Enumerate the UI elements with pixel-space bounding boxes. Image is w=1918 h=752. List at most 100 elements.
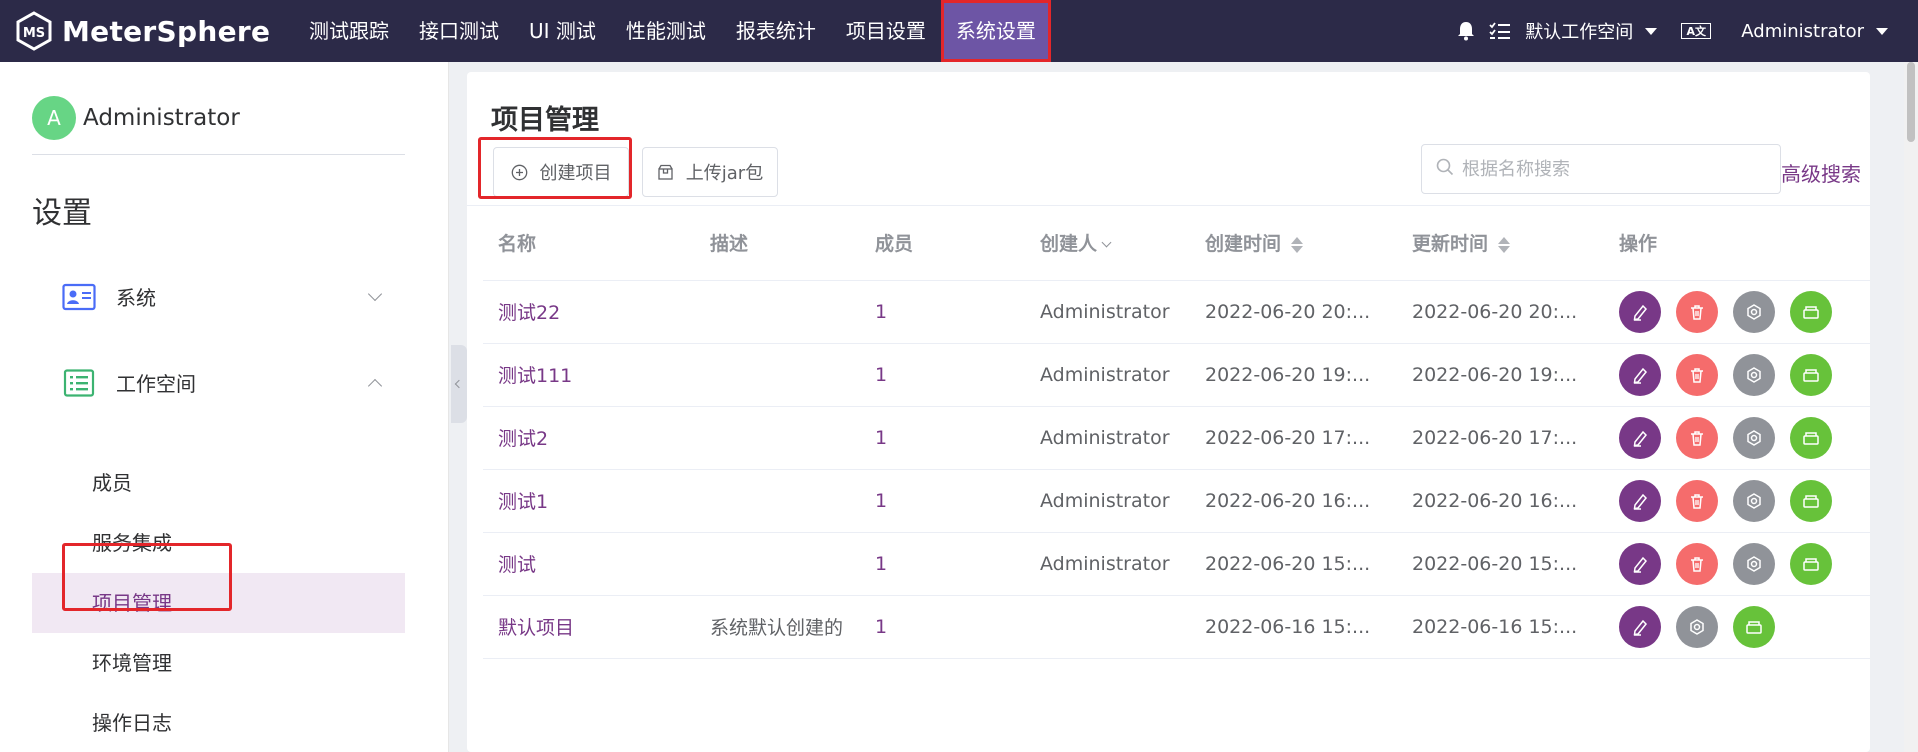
delete-icon[interactable] [1676,290,1718,333]
scrollbar-thumb[interactable] [1907,62,1915,142]
environment-icon[interactable] [1790,479,1832,522]
sidebar-collapse-handle[interactable] [451,345,467,423]
language-switch-icon[interactable]: A文 [1681,23,1712,39]
page-title: 项目管理 [491,105,599,136]
delete-icon[interactable] [1676,416,1718,459]
environment-icon[interactable] [1790,290,1832,333]
edit-icon[interactable] [1619,542,1661,585]
sidebar-item-project-management[interactable]: 项目管理 [32,573,405,633]
table-row: 测试2 1 Administrator 2022-06-20 17:... 2022-0… [483,406,1870,470]
settings-icon[interactable] [1733,479,1775,522]
column-header-creator[interactable]: 创建人 [1025,206,1190,281]
project-name-cell[interactable]: 测试111 [483,343,695,407]
edit-icon[interactable] [1619,479,1661,522]
updated-time-cell: 2022-06-20 20:... [1397,280,1604,344]
svg-text:MS: MS [23,26,45,41]
advanced-search-link[interactable]: 高级搜索 [1781,158,1861,187]
profile: A Administrator [32,96,240,140]
environment-icon[interactable] [1790,542,1832,585]
row-actions [1619,605,1870,648]
edit-icon[interactable] [1619,605,1661,648]
created-time-cell: 2022-06-20 15:... [1190,532,1397,596]
column-header-updated-time[interactable]: 更新时间 [1397,206,1604,281]
project-name-cell[interactable]: 默认项目 [483,595,695,659]
settings-icon[interactable] [1676,605,1718,648]
nav-right: 默认工作空间 A文 Administrator [1457,0,1918,62]
project-name-cell[interactable]: 测试1 [483,469,695,533]
sidebar-group-label: 系统 [116,286,156,310]
upload-jar-button[interactable]: 上传jar包 [642,147,778,197]
delete-icon[interactable] [1676,353,1718,396]
creator-cell: Administrator [1025,532,1190,596]
user-menu[interactable]: Administrator [1741,21,1888,42]
upload-jar-label: 上传jar包 [685,163,764,184]
edit-icon[interactable] [1619,290,1661,333]
top-navbar: MS MeterSphere 测试跟踪 接口测试 UI 测试 性能测试 报表统计… [0,0,1918,62]
sidebar-item-members[interactable]: 成员 [32,453,405,513]
updated-time-cell: 2022-06-20 16:... [1397,469,1604,533]
sort-icon[interactable] [1291,236,1304,253]
bell-icon[interactable] [1457,21,1475,41]
settings-icon[interactable] [1733,353,1775,396]
task-list-icon[interactable] [1489,22,1511,40]
created-time-cell: 2022-06-20 17:... [1190,406,1397,470]
sidebar: A Administrator 设置 系统 工作空间 成员 服务集成 项目管理 … [0,62,449,752]
project-name-cell[interactable]: 测试2 [483,406,695,470]
environment-icon[interactable] [1733,605,1775,648]
page-scrollbar[interactable] [1904,62,1918,752]
workspace-name: 默认工作空间 [1525,22,1634,43]
project-name-cell[interactable]: 测试 [483,532,695,596]
chevron-left-icon [454,379,464,389]
delete-icon[interactable] [1676,479,1718,522]
created-time-cell: 2022-06-20 16:... [1190,469,1397,533]
sidebar-group-workspace[interactable]: 工作空间 [62,368,383,397]
edit-icon[interactable] [1619,416,1661,459]
menu-project-settings[interactable]: 项目设置 [831,0,941,62]
search-input[interactable] [1462,158,1762,180]
members-cell[interactable]: 1 [860,469,1025,533]
creator-cell: Administrator [1025,469,1190,533]
created-time-cell: 2022-06-16 15:... [1190,595,1397,659]
actions-cell [1604,280,1870,344]
description-cell [695,469,860,533]
column-header-created-time[interactable]: 创建时间 [1190,206,1397,281]
delete-icon[interactable] [1676,542,1718,585]
settings-icon[interactable] [1733,290,1775,333]
members-cell[interactable]: 1 [860,595,1025,659]
column-header-description: 描述 [695,206,860,281]
menu-api-test[interactable]: 接口测试 [404,0,514,62]
sort-icon[interactable] [1498,236,1511,253]
sidebar-item-operation-log[interactable]: 操作日志 [32,693,405,752]
chevron-down-icon [367,286,383,301]
logo[interactable]: MS MeterSphere [14,11,276,51]
caret-down-icon [1876,27,1888,35]
description-cell [695,532,860,596]
menu-system-settings[interactable]: 系统设置 [940,0,1051,62]
updated-time-cell: 2022-06-20 17:... [1397,406,1604,470]
menu-report-statistics[interactable]: 报表统计 [721,0,831,62]
workspace-selector[interactable]: 默认工作空间 [1525,18,1658,44]
row-actions [1619,290,1870,333]
sidebar-item-environment-management[interactable]: 环境管理 [32,633,405,693]
sidebar-item-service-integration[interactable]: 服务集成 [32,513,405,573]
project-name-cell[interactable]: 测试22 [483,280,695,344]
sidebar-group-system[interactable]: 系统 [62,282,383,311]
menu-ui-test[interactable]: UI 测试 [514,0,611,62]
edit-icon[interactable] [1619,353,1661,396]
environment-icon[interactable] [1790,416,1832,459]
menu-performance-test[interactable]: 性能测试 [611,0,721,62]
search-box[interactable] [1421,144,1781,194]
menu-test-tracking[interactable]: 测试跟踪 [294,0,404,62]
sidebar-group-label: 工作空间 [116,372,196,396]
members-cell[interactable]: 1 [860,406,1025,470]
environment-icon[interactable] [1790,353,1832,396]
filter-chevron-icon[interactable] [1101,237,1112,248]
members-cell[interactable]: 1 [860,343,1025,407]
search-icon [1436,158,1454,180]
members-cell[interactable]: 1 [860,280,1025,344]
settings-icon[interactable] [1733,416,1775,459]
create-project-button[interactable]: 创建项目 [493,147,629,197]
members-cell[interactable]: 1 [860,532,1025,596]
settings-icon[interactable] [1733,542,1775,585]
updated-time-cell: 2022-06-20 19:... [1397,343,1604,407]
